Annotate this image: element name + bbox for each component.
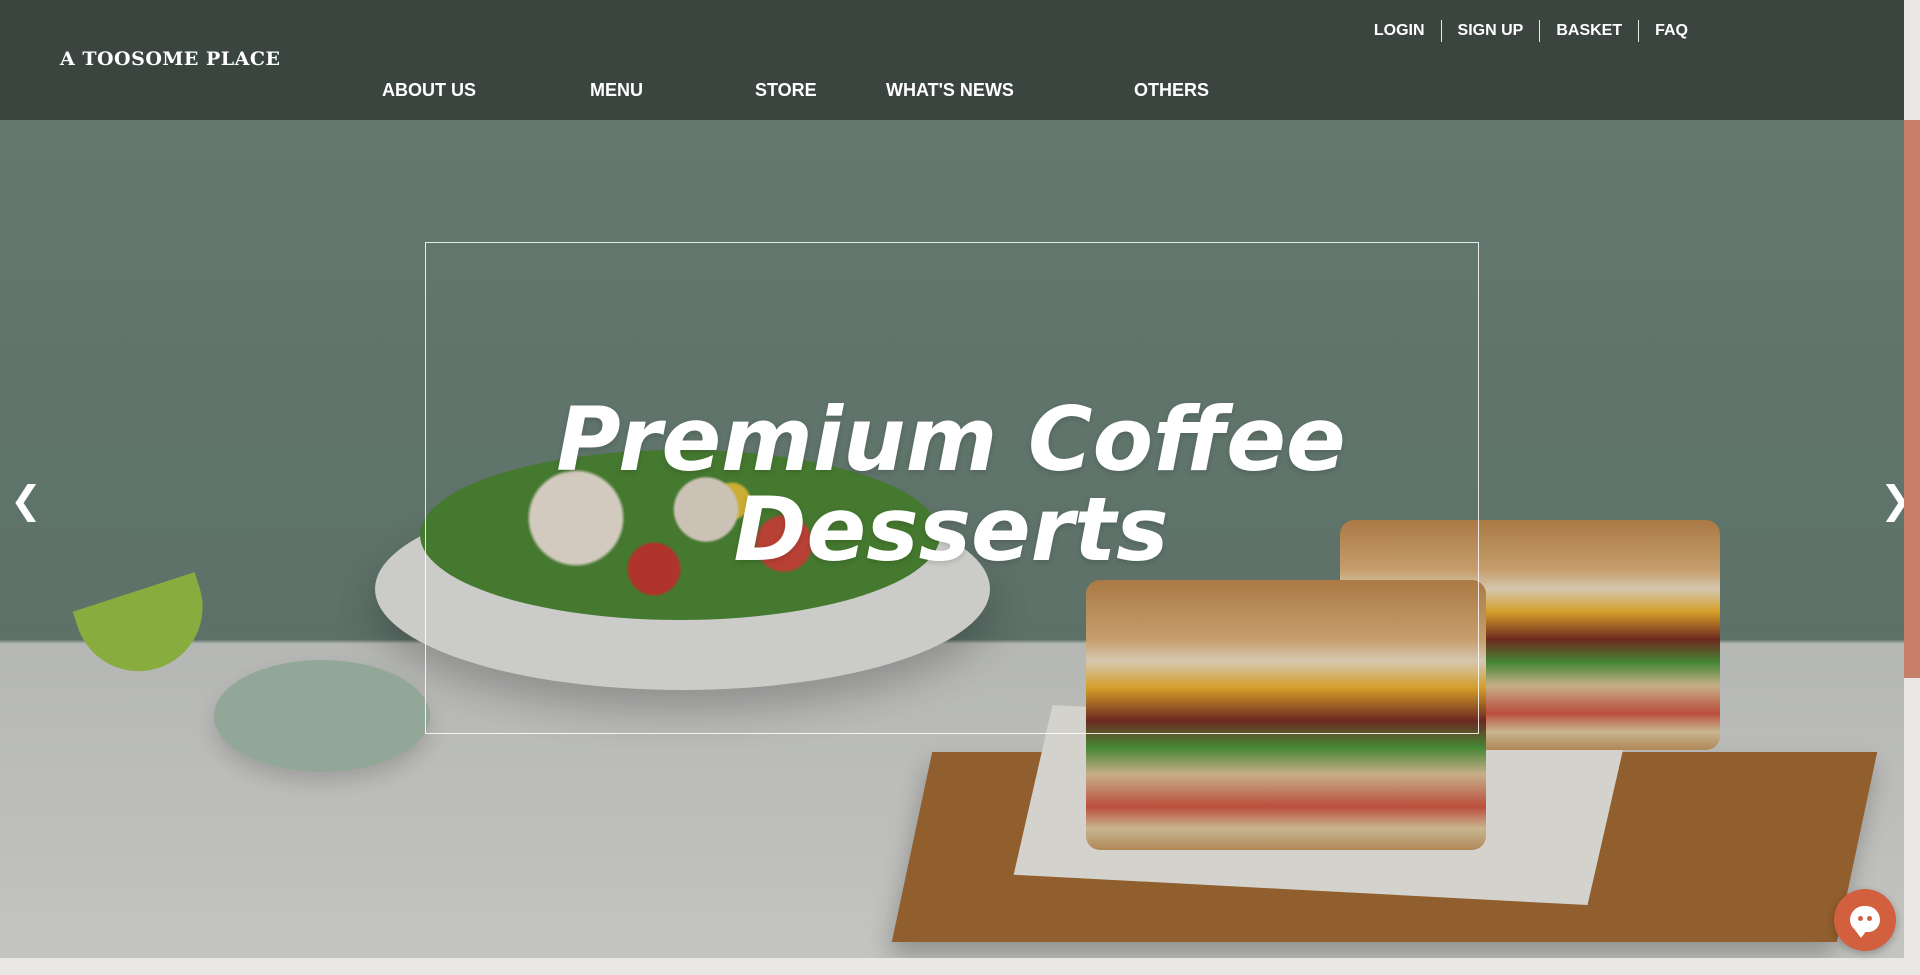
hero-title: Premium Coffee Desserts — [425, 395, 1477, 575]
chat-bubble-icon — [1850, 906, 1880, 938]
chat-button[interactable] — [1834, 889, 1896, 951]
nav-item-store[interactable]: STORE — [755, 80, 817, 101]
hero-title-line-1: Premium Coffee — [556, 388, 1346, 491]
site-header: A TOOSOME PLACE LOGIN SIGN UP BASKET FAQ… — [0, 0, 1904, 120]
site-logo[interactable]: A TOOSOME PLACE — [60, 48, 281, 70]
login-link[interactable]: LOGIN — [1358, 22, 1441, 40]
nav-item-about-us[interactable]: ABOUT US — [382, 80, 476, 101]
nav-item-whats-news[interactable]: WHAT'S NEWS — [886, 80, 1014, 101]
chevron-left-icon[interactable]: ❮ — [10, 474, 42, 526]
chat-eye — [1858, 916, 1863, 921]
scrollbar-thumb[interactable] — [1904, 120, 1920, 678]
main-nav: ABOUT US MENU STORE WHAT'S NEWS OTHERS — [0, 80, 1904, 102]
nav-item-menu[interactable]: MENU — [590, 80, 643, 101]
sign-up-link[interactable]: SIGN UP — [1442, 22, 1540, 40]
faq-link[interactable]: FAQ — [1639, 22, 1704, 40]
utility-nav: LOGIN SIGN UP BASKET FAQ — [1358, 20, 1704, 42]
nav-item-others[interactable]: OTHERS — [1134, 80, 1209, 101]
basket-link[interactable]: BASKET — [1540, 22, 1638, 40]
chat-eye — [1867, 916, 1872, 921]
hero-title-line-2: Desserts — [733, 478, 1169, 581]
